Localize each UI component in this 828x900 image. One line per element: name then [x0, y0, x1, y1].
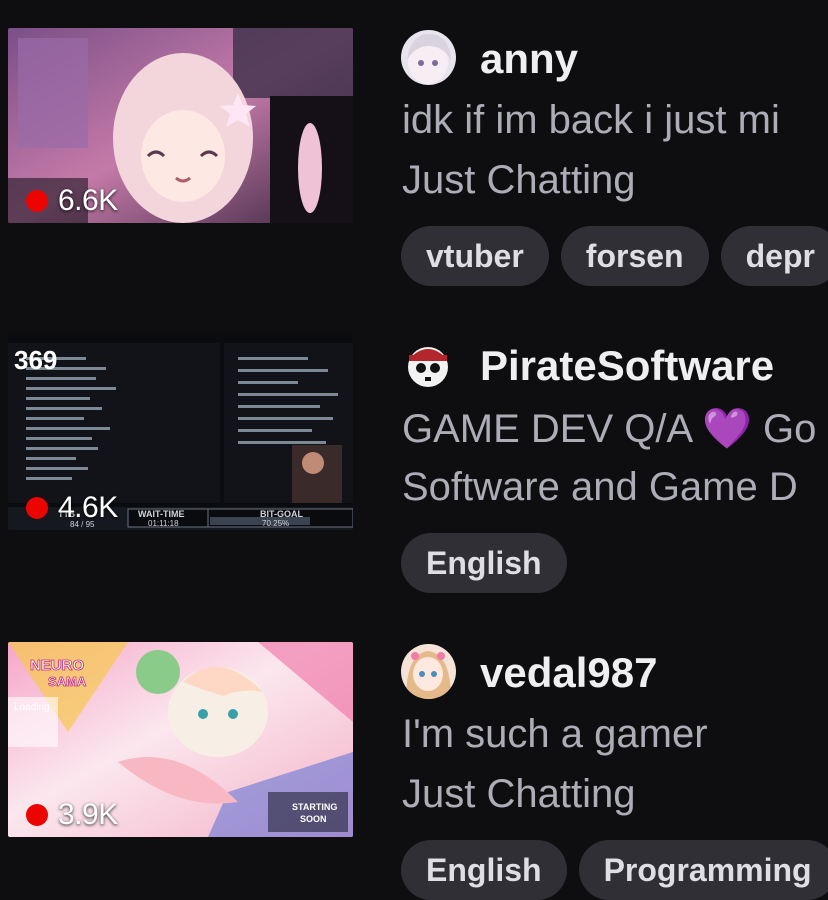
stream-card-vedal987[interactable]: NEURO SAMA Loading STARTING SOON 3.9K ve… [0, 642, 828, 900]
tag[interactable]: depr [720, 226, 828, 286]
tag[interactable]: English [401, 840, 567, 900]
thumb-starting-text: STARTING [292, 802, 337, 812]
stream-title[interactable]: GAME DEV Q/A 💜 Go [402, 405, 816, 452]
stream-title-text: Go [763, 407, 817, 451]
channel-name[interactable]: vedal987 [480, 649, 657, 697]
tag[interactable]: English [401, 533, 567, 593]
channel-name[interactable]: PirateSoftware [480, 342, 774, 390]
viewer-count: 3.9K [58, 798, 118, 831]
tag[interactable]: vtuber [401, 226, 549, 286]
avatar-image [401, 30, 456, 85]
thumb-label-wait: WAIT-TIME [138, 509, 185, 519]
thumb-label-bit: BIT-GOAL [260, 509, 303, 519]
thumb-soon-text: SOON [300, 814, 327, 824]
stream-card-anny[interactable]: 6.6K anny idk if im back i just mi Just … [0, 28, 828, 286]
tag-list: vtuber forsen depr [401, 226, 828, 286]
stream-category[interactable]: Software and Game D [402, 465, 798, 510]
viewer-count: 6.6K [58, 184, 118, 217]
stream-category[interactable]: Just Chatting [402, 158, 635, 203]
tag[interactable]: Programming [578, 840, 828, 900]
tag-list: English [401, 533, 567, 593]
tag-list: English Programming [401, 840, 828, 900]
stream-category[interactable]: Just Chatting [402, 772, 635, 817]
stream-card-piratesoftware[interactable]: 369 TTS 84 / 95 WAIT-TIME 01:11:18 BIT-G… [0, 335, 828, 593]
live-viewer-badge: 3.9K [26, 798, 118, 831]
thumb-logo-bottom: SAMA [48, 674, 87, 689]
live-dot-icon [26, 190, 48, 212]
thumb-loading-text: Loading [14, 702, 50, 713]
thumb-logo-top: NEURO [30, 657, 85, 674]
avatar-image [401, 644, 456, 699]
tag[interactable]: forsen [560, 226, 709, 286]
stream-thumbnail[interactable]: NEURO SAMA Loading STARTING SOON 3.9K [8, 642, 353, 837]
stream-thumbnail[interactable]: 369 TTS 84 / 95 WAIT-TIME 01:11:18 BIT-G… [8, 335, 353, 530]
stream-title[interactable]: idk if im back i just mi [402, 98, 780, 143]
purple-heart-icon: 💜 [702, 407, 752, 451]
channel-avatar[interactable] [401, 644, 456, 699]
avatar-image [401, 337, 456, 392]
live-viewer-badge: 4.6K [26, 491, 118, 524]
stream-thumbnail[interactable]: 6.6K [8, 28, 353, 223]
viewer-count: 4.6K [58, 491, 118, 524]
thumb-value-wait: 01:11:18 [148, 519, 179, 528]
live-dot-icon [26, 804, 48, 826]
live-dot-icon [26, 497, 48, 519]
channel-avatar[interactable] [401, 337, 456, 392]
stream-title[interactable]: I'm such a gamer [402, 712, 708, 757]
live-viewer-badge: 6.6K [26, 184, 118, 217]
thumb-value-bit: 70.25% [262, 519, 289, 528]
channel-avatar[interactable] [401, 30, 456, 85]
stream-title-text: GAME DEV Q/A [402, 407, 691, 451]
channel-name[interactable]: anny [480, 35, 578, 83]
thumb-badge: 369 [14, 345, 57, 375]
